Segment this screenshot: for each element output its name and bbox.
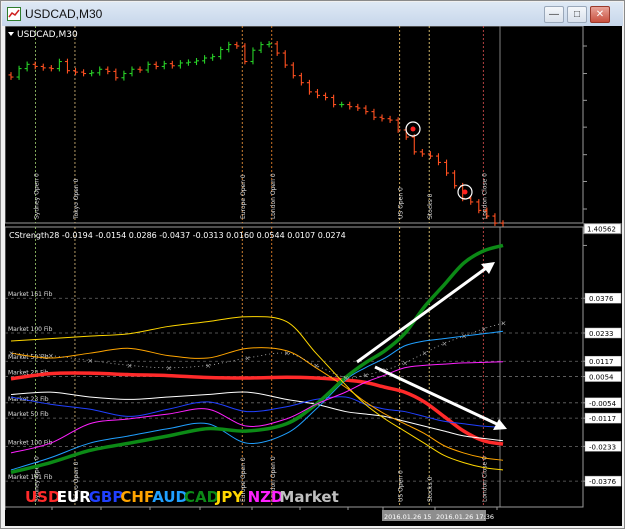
signal-marker-dot (410, 126, 416, 132)
market-point: × (245, 355, 251, 363)
session-label: London Open 0 (270, 173, 277, 219)
market-point: × (402, 359, 408, 367)
indicator-tick-label: 0.0593 (589, 242, 614, 250)
symbol-timeframe-label: USDCAD,M30 (17, 30, 78, 40)
time-tick-label: 2016.01.26 17:36 (436, 513, 494, 521)
price-tick-label: 1.43150 (589, 43, 618, 51)
market-point: × (166, 364, 172, 372)
legend-gbp: GBP (89, 488, 124, 506)
chart-area[interactable]: Sydney Open 0 Tokyo Open 0 Europe Open 0 Lo… (5, 26, 622, 526)
indicator-tick-label: 0.0117 (589, 358, 614, 366)
indicator-tick-label: 0.0376 (589, 295, 614, 303)
indicator-tick-label: 0.0233 (589, 330, 614, 338)
currency-legend: USDEURGBPCHFAUDCADJPY NZDMarket (25, 488, 339, 506)
indicator-tick-label: -0.0054 (589, 400, 617, 408)
session-label: US Open 0 (398, 187, 405, 219)
time-tick-label: 26 Jan 2016 (6, 513, 45, 521)
indicator-tick-label: -0.0376 (589, 478, 617, 486)
signal-marker-dot (462, 189, 468, 195)
session-label: Stocks 0 (427, 193, 434, 219)
fib-level-label: Market 161 Fib (8, 291, 53, 298)
window-title: USDCAD,M30 (25, 7, 103, 21)
session-label: Stocks 0 (427, 476, 434, 502)
market-point: × (461, 333, 467, 341)
time-tick-label: 26 Jan 07:00 (201, 513, 242, 521)
market-point: × (501, 320, 507, 328)
chart-canvas[interactable]: Sydney Open 0 Tokyo Open 0 Europe Open 0 Lo… (5, 26, 622, 526)
price-pane[interactable]: Sydney Open 0 Tokyo Open 0 Europe Open 0 Lo… (5, 26, 584, 232)
session-label: Sydney Open 0 (34, 173, 41, 219)
market-point: × (314, 362, 320, 370)
time-tick-label: 26 Jan 03:00 (102, 513, 143, 521)
price-tick-label: 1.41230 (589, 178, 618, 186)
maximize-button[interactable]: □ (567, 6, 587, 23)
window-titlebar[interactable]: USDCAD,M30 — □ ✕ (2, 2, 623, 26)
indicator-tick-label: -0.0117 (589, 415, 616, 423)
market-point: × (284, 350, 290, 358)
price-tick-label: 1.40840 (589, 206, 618, 214)
market-point: × (441, 340, 447, 348)
fib-level-label: Market 50 Fib (8, 411, 49, 418)
time-tick-label: 26 Jan 09:00 (253, 513, 294, 521)
legend-usd: USD (25, 488, 60, 506)
time-tick-label: 26 Jan 11:00 (301, 513, 342, 521)
market-point: × (343, 374, 349, 382)
market-point: × (127, 362, 133, 370)
close-button[interactable]: ✕ (590, 6, 610, 23)
price-tick-label: 1.42000 (589, 124, 618, 132)
market-point: × (205, 362, 211, 370)
current-price-label: 1.40562 (587, 226, 616, 234)
legend-chf: CHF (120, 488, 154, 506)
time-tick-label: 26 Jan 19:00 (498, 513, 539, 521)
market-point: × (422, 350, 428, 358)
fib-level-label: Market 161 Fib (8, 474, 53, 481)
legend-aud: AUD (152, 488, 188, 506)
legend-nzd: NZD (248, 488, 284, 506)
indicator-axis: 0.0593 0.0376 0.0233 0.0117 0.0054 -0.0054 -0.… (583, 242, 622, 487)
session-label: US Open 0 (398, 470, 405, 502)
price-axis: 1.43150 1.42760 1.42380 1.42000 1.41610 1.412… (583, 43, 622, 242)
terminal-window: USDCAD,M30 — □ ✕ Sydney Open 0 Tokyo Open… (0, 0, 625, 529)
price-tick-label: 1.42380 (589, 97, 618, 105)
legend-jpy: JPY (215, 488, 245, 506)
fib-level-label: Market 23 Fib (8, 396, 49, 403)
market-point: × (48, 352, 54, 360)
time-tick-label: 26 Jan 01:00 (53, 513, 94, 521)
chart-window-icon (7, 7, 21, 21)
market-point: × (481, 325, 487, 333)
indicator-header: CStrength28 -0.0194 -0.0154 0.0286 -0.04… (9, 231, 346, 240)
session-label: London Close 0 (481, 456, 488, 502)
time-tick-label: 26 Jan 05:00 (151, 513, 192, 521)
fib-level-label: Market 100 Fib (8, 439, 53, 446)
fib-level-label: Market 100 Fib (8, 326, 53, 333)
current-price-label-2: 1.40560 (589, 235, 614, 242)
time-tick-label: 2016.01.26 15 (384, 513, 432, 521)
legend-market: Market (279, 488, 338, 506)
indicator-tick-label: 0.0054 (589, 374, 614, 382)
indicator-tick-label: -0.0233 (589, 443, 616, 451)
market-point: × (363, 372, 369, 380)
price-tick-label: 1.41610 (589, 152, 618, 160)
price-tick-label: 1.42760 (589, 71, 618, 79)
legend-cad: CAD (184, 488, 219, 506)
time-axis: 26 Jan 2016 26 Jan 01:00 26 Jan 03:00 26 Ja… (5, 507, 539, 521)
market-point: × (87, 357, 93, 365)
session-label: Europe Open 0 (240, 174, 247, 219)
indicator-pane[interactable]: Market 161 Fib Market 100 Fib Market 50 Fi… (5, 226, 584, 508)
minimize-button[interactable]: — (544, 6, 564, 23)
legend-eur: EUR (57, 488, 91, 506)
symbol-label: USDCAD,M30 (8, 30, 78, 40)
session-label: Tokyo Open 0 (73, 178, 80, 220)
market-point: × (9, 350, 15, 358)
